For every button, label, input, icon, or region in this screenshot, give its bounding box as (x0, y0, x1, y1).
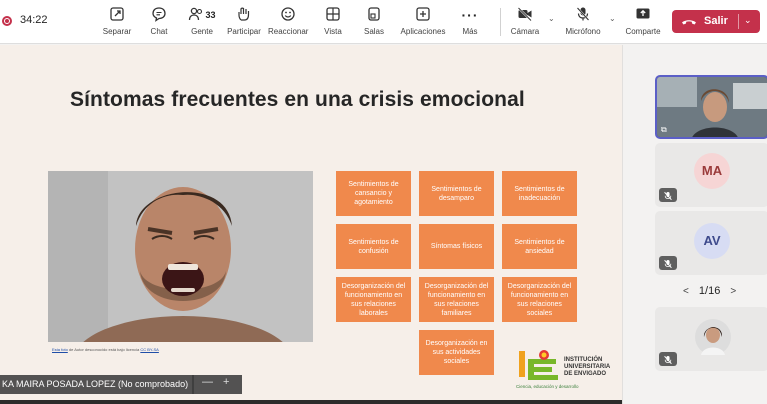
screaming-man-image (48, 171, 313, 342)
symptom-box: Sentimientos de confusión (336, 224, 411, 269)
raise-hand-button[interactable]: Participar (225, 6, 263, 40)
microphone-button[interactable]: Micrófono (563, 6, 603, 40)
symptom-box: Sentimientos de ansiedad (502, 224, 577, 269)
apps-button[interactable]: Aplicaciones (399, 6, 447, 40)
symptom-box: Desorganización del funcionamiento en su… (336, 277, 411, 322)
mic-options-chevron-icon[interactable]: ⌄ (609, 14, 616, 23)
more-icon: ··· (461, 7, 479, 23)
presentation-slide: Síntomas frecuentes en una crisis emocio… (0, 45, 622, 401)
meeting-toolbar: 34:22 Separar Chat 33 Gente Participar R… (0, 0, 767, 44)
toolbar-divider (500, 8, 501, 36)
symptom-box: Sentimientos de desamparo (419, 171, 494, 216)
shared-content-stage: Síntomas frecuentes en una crisis emocio… (0, 45, 622, 403)
raise-hand-icon (225, 6, 263, 24)
avatar: MA (694, 153, 730, 189)
camera-options-chevron-icon[interactable]: ⌄ (548, 14, 555, 23)
leave-button[interactable]: Salir ⌄ (672, 10, 760, 33)
institution-emblem-icon (519, 350, 558, 380)
participant-tile[interactable] (655, 307, 767, 371)
muted-mic-icon (659, 256, 677, 270)
symptom-box: Sentimientos de cansancio y agotamiento (336, 171, 411, 216)
next-page-chevron-icon[interactable]: > (730, 286, 736, 297)
more-button[interactable]: ··· Más (458, 6, 482, 40)
recording-indicator-icon (2, 16, 12, 26)
share-button[interactable]: Comparte (625, 6, 661, 40)
chat-icon (145, 6, 173, 24)
page-indicator: 1/16 (698, 285, 721, 297)
pop-out-button[interactable]: Separar (100, 6, 134, 40)
avatar: AV (694, 223, 730, 259)
chat-button[interactable]: Chat (145, 6, 173, 40)
view-grid-icon (320, 6, 346, 24)
leave-options-chevron-icon[interactable]: ⌄ (744, 15, 752, 26)
license-link[interactable]: CC BY-SA (140, 347, 159, 352)
participant-tile[interactable]: MA (655, 143, 767, 207)
participant-pager: < 1/16 > (683, 285, 736, 297)
photo-attribution: Esta foto de Autor desconocido está bajo… (52, 347, 159, 352)
muted-mic-icon (659, 188, 677, 202)
screen-share-status-icon: ⧉ (661, 125, 667, 134)
participant-rail: ⧉ MA AV (622, 45, 767, 404)
rooms-icon (361, 6, 387, 24)
institution-logo: INSTITUCIÓN UNIVERSITARIA DE ENVIGADO Ci… (516, 347, 616, 391)
institution-tagline: Ciencia, educación y desarrollo (516, 384, 579, 389)
participant-video-feed (657, 77, 767, 137)
people-icon (188, 6, 204, 27)
slide-title: Síntomas frecuentes en una crisis emocio… (70, 88, 525, 111)
slide-photo (48, 171, 313, 342)
symptom-box: Desorganización del funcionamiento en su… (502, 277, 577, 322)
participant-count: 33 (205, 10, 216, 20)
share-icon (625, 6, 661, 24)
mic-off-icon (563, 6, 603, 24)
people-button[interactable]: 33 Gente (186, 6, 218, 40)
presenter-name-label: KA MAIRA POSADA LOPEZ (No comprobado) (0, 375, 195, 394)
photo-attribution-link[interactable]: Esta foto (52, 347, 68, 352)
pop-out-icon (100, 6, 134, 24)
rooms-button[interactable]: Salas (361, 6, 387, 40)
apps-plus-icon (399, 6, 447, 24)
zoom-out-button[interactable]: — (202, 376, 213, 388)
previous-page-chevron-icon[interactable]: < (683, 286, 689, 297)
zoom-in-button[interactable]: + (223, 376, 229, 388)
participant-photo-avatar (695, 319, 731, 355)
symptom-box: Síntomas físicos (419, 224, 494, 269)
emoji-icon (268, 6, 308, 24)
camera-off-icon (508, 6, 542, 24)
call-timer: 34:22 (20, 14, 48, 26)
zoom-controls: — + (192, 375, 242, 394)
participant-tile[interactable]: AV (655, 211, 767, 275)
muted-mic-icon (659, 352, 677, 366)
hang-up-icon (681, 15, 697, 33)
symptom-box: Sentimientos de inadecuación (502, 171, 577, 216)
view-button[interactable]: Vista (320, 6, 346, 40)
participant-tile-video[interactable]: ⧉ (655, 75, 767, 139)
camera-button[interactable]: Cámara (508, 6, 542, 40)
react-button[interactable]: Reaccionar (268, 6, 308, 40)
symptom-box: Desorganización del funcionamiento en su… (419, 277, 494, 322)
stage-bottom-edge (0, 400, 622, 404)
symptom-box: Desorganización en sus actividades socia… (419, 330, 494, 375)
